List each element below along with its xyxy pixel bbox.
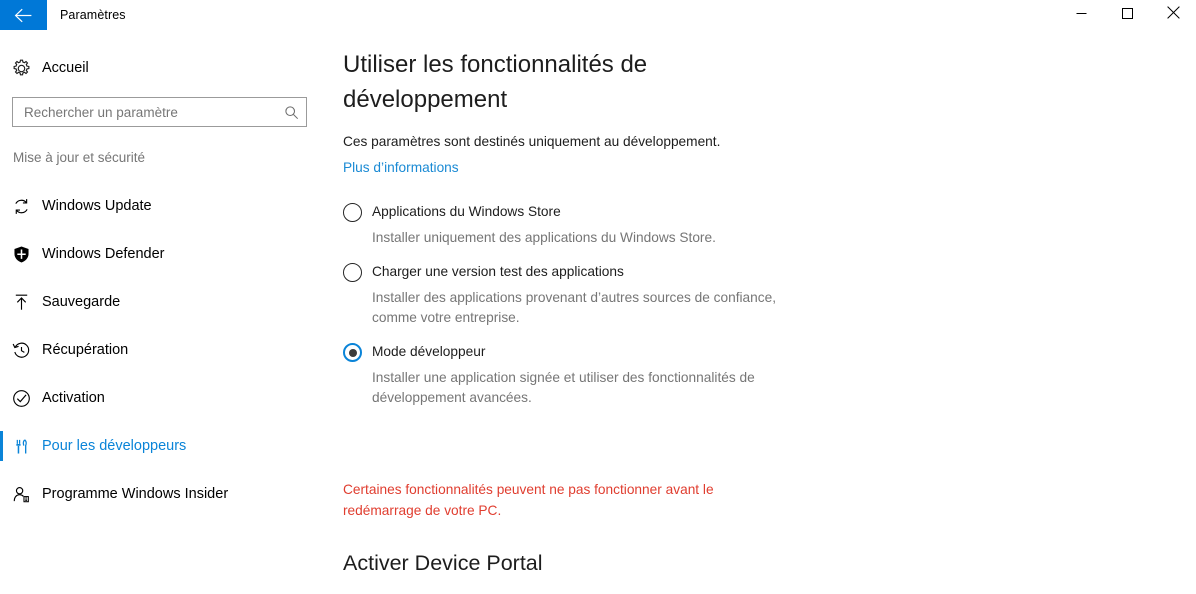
radio-head[interactable]: Mode développeur (343, 342, 863, 362)
developer-features-radio-group: Applications du Windows Store Installer … (343, 202, 863, 422)
upload-arrow-icon (0, 293, 42, 312)
sidebar-item-label: Récupération (42, 342, 129, 358)
sidebar-item-activation[interactable]: Activation (0, 374, 322, 422)
sidebar-item-windows-defender[interactable]: Windows Defender (0, 230, 322, 278)
sidebar-item-home[interactable]: Accueil (0, 50, 322, 86)
sidebar-item-for-developers[interactable]: Pour les développeurs (0, 422, 322, 470)
radio-option-sideload-apps[interactable]: Charger une version test des application… (343, 262, 863, 328)
sidebar-item-home-label: Accueil (42, 60, 89, 76)
sidebar-item-label: Windows Update (42, 198, 152, 214)
search-input[interactable] (13, 104, 276, 120)
title-bar: Paramètres (0, 0, 1196, 30)
radio-head[interactable]: Applications du Windows Store (343, 202, 863, 222)
radio-label: Applications du Windows Store (372, 204, 561, 219)
radio-mark[interactable] (343, 343, 362, 362)
back-button[interactable] (0, 0, 47, 30)
search-box[interactable] (12, 97, 307, 127)
close-icon (1166, 6, 1180, 24)
sidebar-section-label: Mise à jour et sécurité (13, 150, 146, 165)
device-portal-section-title: Activer Device Portal (343, 551, 543, 575)
main-content: Utiliser les fonctionnalités de développ… (322, 30, 1196, 594)
radio-mark[interactable] (343, 263, 362, 282)
page-description: Ces paramètres sont destinés uniquement … (343, 134, 721, 149)
history-clock-icon (0, 341, 42, 360)
person-badge-icon (0, 485, 42, 504)
gear-icon (0, 59, 42, 78)
sidebar-item-windows-update[interactable]: Windows Update (0, 182, 322, 230)
sidebar-item-label: Windows Defender (42, 246, 165, 262)
shield-icon (0, 245, 42, 264)
radio-description: Installer uniquement des applications du… (372, 230, 716, 245)
sidebar: Accueil Mise à jour et sécurité Wind (0, 30, 322, 594)
radio-label: Mode développeur (372, 344, 486, 359)
selection-accent-bar (0, 431, 3, 461)
arrow-left-icon (14, 8, 33, 23)
more-info-link[interactable]: Plus d’informations (343, 160, 459, 175)
check-circle-icon (0, 389, 42, 408)
radio-description: Installer une application signée et util… (372, 370, 755, 405)
sidebar-nav-list: Windows Update Windows Defender Sauvegar… (0, 182, 322, 518)
sidebar-item-windows-insider[interactable]: Programme Windows Insider (0, 470, 322, 518)
sidebar-item-label: Sauvegarde (42, 294, 121, 310)
close-button[interactable] (1150, 0, 1196, 30)
refresh-icon (0, 197, 42, 216)
page-title: Utiliser les fonctionnalités de développ… (343, 51, 648, 113)
sidebar-item-backup[interactable]: Sauvegarde (0, 278, 322, 326)
maximize-icon (1121, 6, 1133, 24)
minimize-button[interactable] (1058, 0, 1104, 30)
window-title: Paramètres (60, 8, 126, 22)
radio-head[interactable]: Charger une version test des application… (343, 262, 863, 282)
restart-warning-text: Certaines fonctionnalités peuvent ne pas… (343, 482, 714, 518)
radio-option-windows-store-apps[interactable]: Applications du Windows Store Installer … (343, 202, 863, 248)
sidebar-item-label: Programme Windows Insider (42, 486, 229, 502)
radio-mark[interactable] (343, 203, 362, 222)
radio-option-developer-mode[interactable]: Mode développeur Installer une applicati… (343, 342, 863, 408)
sidebar-item-recovery[interactable]: Récupération (0, 326, 322, 374)
sidebar-item-label: Activation (42, 390, 105, 406)
maximize-button[interactable] (1104, 0, 1150, 30)
radio-description: Installer des applications provenant d’a… (372, 290, 777, 325)
developer-tools-icon (0, 437, 42, 456)
search-icon[interactable] (276, 105, 306, 120)
sidebar-item-label: Pour les développeurs (42, 438, 187, 454)
radio-label: Charger une version test des application… (372, 264, 624, 279)
minimize-icon (1076, 6, 1087, 24)
